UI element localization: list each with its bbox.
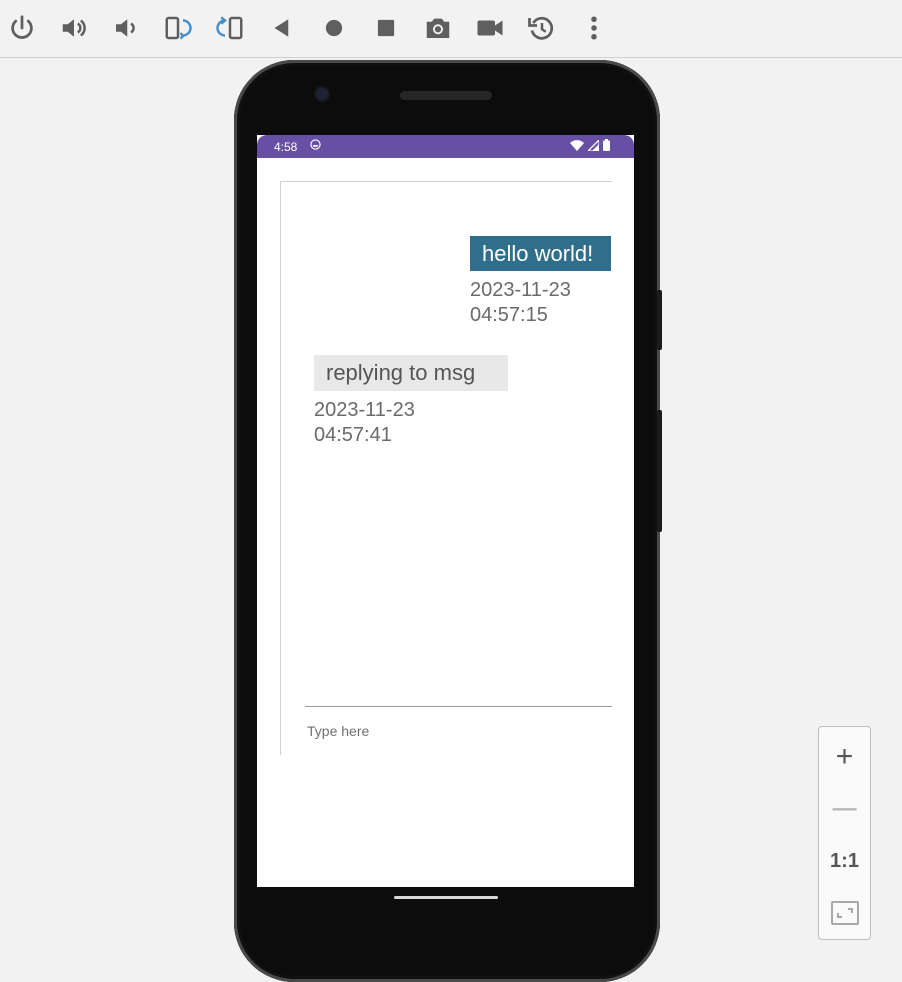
- volume-down-icon: [116, 19, 135, 37]
- overview-icon: [377, 19, 395, 37]
- input-divider: [305, 706, 612, 707]
- volume-down-button[interactable]: [106, 8, 146, 48]
- screenshot-icon: [426, 18, 450, 38]
- record-button[interactable]: [470, 8, 510, 48]
- chat-container: hello world! 2023-11-23 04:57:15 replyin…: [280, 181, 612, 755]
- power-icon: [11, 15, 33, 39]
- emulator-toolbar: [0, 0, 902, 58]
- signal-icon: [588, 139, 599, 151]
- snapshot-button[interactable]: [522, 8, 562, 48]
- overview-button[interactable]: [366, 8, 406, 48]
- back-icon: [274, 19, 289, 37]
- received-date: 2023-11-23: [314, 399, 415, 421]
- snapshot-icon: [528, 16, 554, 40]
- phone-volume-key[interactable]: [657, 410, 662, 532]
- more-button[interactable]: [574, 8, 614, 48]
- volume-up-button[interactable]: [54, 8, 94, 48]
- battery-icon: [603, 139, 610, 151]
- earpiece-speaker: [400, 91, 492, 100]
- screenshot-button[interactable]: [418, 8, 458, 48]
- fit-screen-icon: [830, 901, 859, 925]
- zoom-controls: + — 1:1: [818, 726, 871, 940]
- zoom-out-button[interactable]: —: [819, 783, 870, 835]
- device-screen: 4:58 hello world! 2023-11-23 04:57:15 re…: [257, 135, 634, 887]
- zoom-in-button[interactable]: +: [819, 731, 870, 783]
- volume-up-icon: [62, 19, 86, 37]
- zoom-1to1-button[interactable]: 1:1: [819, 835, 870, 887]
- power-button[interactable]: [2, 8, 42, 48]
- message-input[interactable]: [305, 718, 609, 744]
- rotate-left-button[interactable]: [158, 8, 198, 48]
- app-notification-icon: [310, 139, 321, 150]
- phone-frame: 4:58 hello world! 2023-11-23 04:57:15 re…: [234, 60, 662, 982]
- rotate-right-button[interactable]: [210, 8, 250, 48]
- sent-time: 04:57:15: [470, 304, 548, 326]
- status-icons: [570, 139, 610, 151]
- sent-message-timestamp: 2023-11-23 04:57:15: [470, 278, 600, 328]
- sent-date: 2023-11-23: [470, 279, 571, 301]
- sent-message-bubble[interactable]: hello world!: [470, 236, 611, 271]
- status-bar: 4:58: [257, 135, 634, 158]
- record-icon: [477, 20, 503, 36]
- rotate-right-icon: [216, 16, 243, 40]
- home-button[interactable]: [314, 8, 354, 48]
- received-message-bubble[interactable]: replying to msg: [314, 355, 508, 391]
- wifi-icon: [570, 139, 584, 151]
- home-icon: [325, 19, 343, 37]
- phone-power-key[interactable]: [657, 290, 662, 350]
- front-camera: [316, 88, 328, 100]
- received-time: 04:57:41: [314, 424, 392, 446]
- status-time: 4:58: [274, 140, 298, 154]
- received-message-timestamp: 2023-11-23 04:57:41: [314, 398, 444, 448]
- back-button[interactable]: [262, 8, 302, 48]
- more-icon: [591, 16, 597, 40]
- gesture-nav-handle[interactable]: [394, 896, 498, 899]
- fit-screen-button[interactable]: [819, 887, 870, 939]
- rotate-left-icon: [165, 16, 192, 40]
